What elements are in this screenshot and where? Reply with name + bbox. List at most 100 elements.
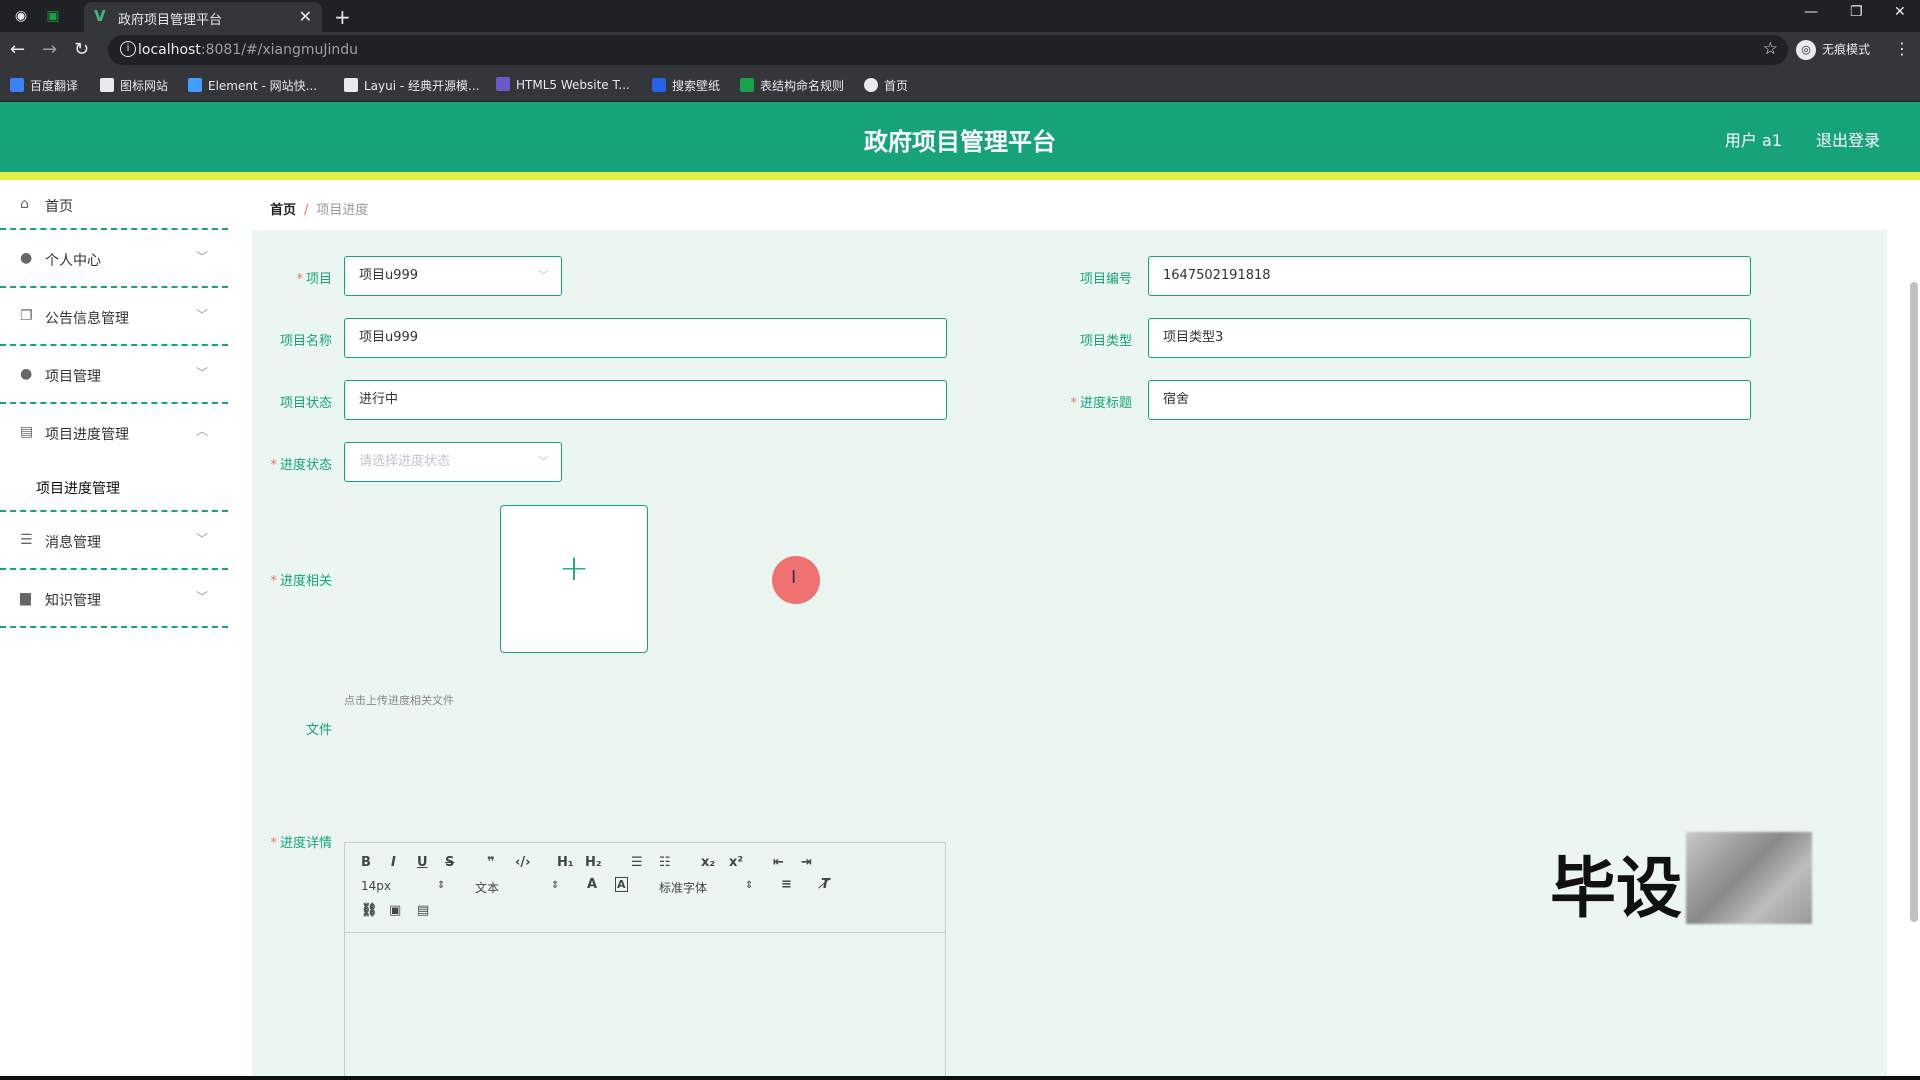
bookmark-item[interactable]: 首页 xyxy=(864,77,908,94)
current-user[interactable]: 用户 a1 xyxy=(1725,127,1782,151)
project-status-input[interactable]: 进行中 xyxy=(344,380,947,420)
restore-icon[interactable]: ❐ xyxy=(1850,4,1863,20)
updown-icon: ⇕ xyxy=(551,880,560,891)
subscript-icon[interactable]: x₂ xyxy=(701,855,715,870)
progress-detail-label: * 进度详情 xyxy=(270,836,332,851)
chalkboard-icon: ▆ xyxy=(20,590,31,606)
page-scrollbar[interactable] xyxy=(1910,282,1918,922)
sidebar-subitem-progress[interactable]: 项目进度管理 xyxy=(36,478,120,498)
indent-icon[interactable]: ⇥ xyxy=(801,855,812,870)
project-type-input[interactable]: 项目类型3 xyxy=(1148,318,1751,358)
updown-icon: ⇕ xyxy=(437,880,446,891)
font-size-select[interactable]: 14px ⇕ xyxy=(361,879,445,893)
sidebar-item-profile[interactable]: ● 个人中心 ﹀ xyxy=(0,230,228,288)
editor-toolbar: B I U S ❞ ‹/› H₁ H₂ ☰ ☷ x₂ x² ⇤ ⇥ 14px ⇕ … xyxy=(345,843,945,933)
sidebar-item-label: 首页 xyxy=(45,199,73,215)
strike-icon[interactable]: S xyxy=(445,855,454,870)
blockquote-icon[interactable]: ❞ xyxy=(487,855,495,870)
address-bar[interactable]: i localhost:8081/#/xiangmuJindu ☆ xyxy=(108,35,1788,65)
bookmark-item[interactable]: Layui - 经典开源模... xyxy=(344,77,479,94)
sidebar-item-label: 个人中心 xyxy=(45,253,101,269)
bookmark-item[interactable]: 百度翻译 xyxy=(10,77,78,94)
block-type-select[interactable]: 文本 ⇕ xyxy=(475,879,559,896)
html5-icon xyxy=(496,77,510,91)
project-status-label: 项目状态 xyxy=(279,396,332,411)
project-no-input[interactable]: 1647502191818 xyxy=(1148,256,1751,296)
chevron-down-icon: ﹀ xyxy=(195,590,208,604)
link-icon[interactable]: ⛓ xyxy=(361,903,378,918)
updown-icon: ⇕ xyxy=(745,880,754,891)
clear-format-icon[interactable]: T̸ xyxy=(821,877,830,892)
bookmarks-bar: 百度翻译 图标网站 Element - 网站快... Layui - 经典开源模… xyxy=(0,68,1920,102)
user-icon: ● xyxy=(20,250,33,266)
bookmark-item[interactable]: 搜索壁纸 xyxy=(652,77,720,94)
forward-icon[interactable]: → xyxy=(42,39,57,60)
bookmark-item[interactable]: Element - 网站快... xyxy=(188,77,317,94)
url-text: localhost:8081/#/xiangmuJindu xyxy=(138,42,359,58)
video-icon[interactable]: ▤ xyxy=(417,903,429,918)
italic-icon[interactable]: I xyxy=(391,855,396,870)
bullet-list-icon[interactable]: ☷ xyxy=(659,855,671,870)
bookmark-item[interactable]: 表结构命名规则 xyxy=(740,77,844,94)
bold-icon[interactable]: B xyxy=(361,855,371,870)
chevron-down-icon: ﹀ xyxy=(195,250,208,264)
kebab-menu-icon[interactable]: ⋮ xyxy=(1894,39,1910,58)
sidebar-item-message[interactable]: ☰ 消息管理 ﹀ xyxy=(0,512,228,570)
outdent-icon[interactable]: ⇤ xyxy=(773,855,784,870)
tab-title: 政府项目管理平台 xyxy=(118,13,223,28)
back-icon[interactable]: ← xyxy=(10,39,25,60)
flag-icon xyxy=(100,78,114,92)
project-select[interactable]: 项目u999 ﹀ xyxy=(344,256,562,296)
pinned-tab-icon[interactable]: ▣ xyxy=(44,7,62,25)
chevron-down-icon: ﹀ xyxy=(195,366,208,380)
sidebar-item-progress[interactable]: ▤ 项目进度管理 ︿ 项目进度管理 xyxy=(0,404,228,512)
h2-icon[interactable]: H₂ xyxy=(585,855,602,870)
element-icon xyxy=(188,78,202,92)
text-color-icon[interactable]: A xyxy=(587,877,597,892)
sidebar-item-label: 项目进度管理 xyxy=(45,427,129,443)
plus-icon: + xyxy=(558,548,590,589)
file-upload-box[interactable]: + xyxy=(500,505,648,653)
minimize-icon[interactable]: — xyxy=(1804,4,1818,20)
font-family-select[interactable]: 标准字体 ⇕ xyxy=(659,879,753,896)
project-name-input[interactable]: 项目u999 xyxy=(344,318,947,358)
home-icon: ⌂ xyxy=(20,196,29,212)
image-icon[interactable]: ▣ xyxy=(389,903,401,918)
sidebar-item-label: 公告信息管理 xyxy=(45,311,129,327)
ordered-list-icon[interactable]: ☰ xyxy=(631,855,643,870)
progress-state-select[interactable]: 请选择进度状态 ﹀ xyxy=(344,442,562,482)
browser-menu-icon[interactable]: ◉ xyxy=(12,7,30,25)
briefcase-icon: ▤ xyxy=(20,424,34,440)
sidebar-item-notice[interactable]: ❐ 公告信息管理 ﹀ xyxy=(0,288,228,346)
underline-icon[interactable]: U xyxy=(417,855,428,870)
tab-active[interactable]: V 政府项目管理平台 ✕ xyxy=(84,2,322,32)
bookmark-star-icon[interactable]: ☆ xyxy=(1763,39,1778,59)
bookmark-item[interactable]: 图标网站 xyxy=(100,77,168,94)
sidebar-item-home[interactable]: ⌂ 首页 xyxy=(0,180,228,230)
progress-title-input[interactable]: 宿舍 xyxy=(1148,380,1751,420)
header-accent-bar xyxy=(0,172,1920,180)
h1-icon[interactable]: H₁ xyxy=(557,855,574,870)
logout-link[interactable]: 退出登录 xyxy=(1816,127,1880,151)
progress-title-label: * 进度标题 xyxy=(1070,396,1132,411)
breadcrumb-home[interactable]: 首页 xyxy=(270,203,296,218)
superscript-icon[interactable]: x² xyxy=(729,855,743,870)
reload-icon[interactable]: ↻ xyxy=(74,39,89,60)
incognito-indicator[interactable]: ◎ 无痕模式 xyxy=(1796,40,1870,60)
new-tab-icon[interactable]: + xyxy=(334,5,351,29)
sidebar-item-label: 知识管理 xyxy=(45,593,101,609)
project-name-label: 项目名称 xyxy=(279,334,332,349)
close-window-icon[interactable]: ✕ xyxy=(1894,4,1906,20)
background-color-icon[interactable]: A xyxy=(615,877,628,892)
sidebar-item-knowledge[interactable]: ▆ 知识管理 ﹀ xyxy=(0,570,228,628)
site-info-icon[interactable]: i xyxy=(120,41,136,57)
bookmark-item[interactable]: HTML5 Website T... xyxy=(496,77,630,92)
code-icon[interactable]: ‹/› xyxy=(515,855,530,870)
close-tab-icon[interactable]: ✕ xyxy=(299,7,312,26)
progress-file-label: * 进度相关 xyxy=(270,574,332,589)
sheet-icon xyxy=(740,78,754,92)
align-icon[interactable]: ≡ xyxy=(781,877,792,892)
bottom-edge xyxy=(0,1076,1920,1080)
wallpaper-icon xyxy=(652,78,666,92)
sidebar-item-project[interactable]: ● 项目管理 ﹀ xyxy=(0,346,228,404)
